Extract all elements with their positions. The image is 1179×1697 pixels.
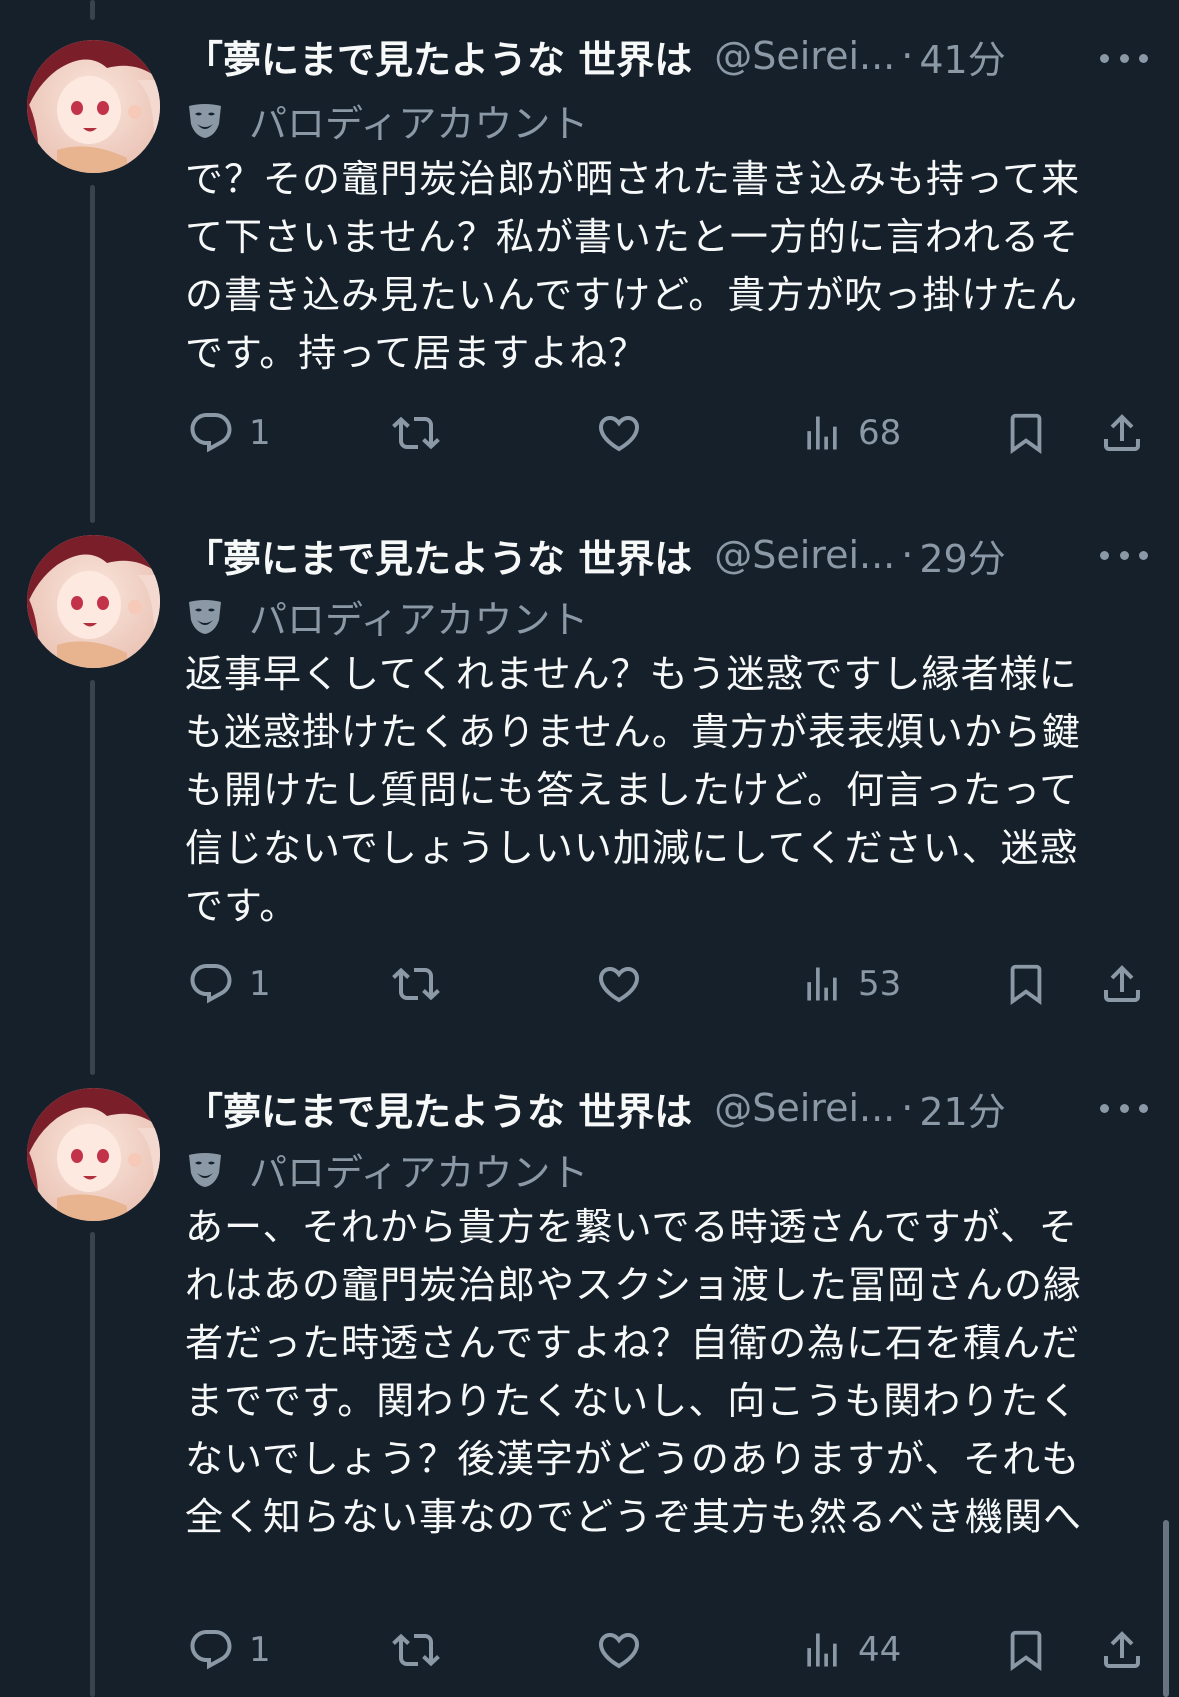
parody-label-text: パロディアカウント	[249, 597, 589, 642]
reply-count: 1	[249, 1630, 271, 1670]
avatar[interactable]	[27, 535, 160, 668]
parody-label-text: パロディアカウント	[249, 101, 589, 146]
timestamp[interactable]: 21分	[919, 1081, 1005, 1136]
thread-line	[90, 185, 95, 523]
bookmark-icon	[1010, 964, 1042, 1005]
retweet-icon	[392, 1633, 440, 1667]
reply-count: 1	[249, 413, 271, 453]
user-handle[interactable]: @Seirei...	[714, 1086, 895, 1130]
display-name[interactable]: 「夢にまで見たような 世界は	[185, 29, 692, 84]
reply-button[interactable]: 1	[187, 1626, 271, 1674]
user-handle[interactable]: @Seirei...	[714, 533, 895, 577]
timestamp[interactable]: 41分	[919, 29, 1005, 84]
tweet-header: 「夢にまで見たような 世界は @Seirei... · 29分	[185, 525, 1006, 585]
bookmark-button[interactable]	[1003, 1626, 1049, 1674]
share-button[interactable]	[1098, 1626, 1146, 1674]
tweet-header: 「夢にまで見たような 世界は @Seirei... · 21分	[185, 1078, 1006, 1138]
parody-label-text: パロディアカウント	[249, 1150, 589, 1195]
share-icon	[1104, 965, 1140, 1002]
reply-count: 1	[249, 964, 271, 1004]
tweet-header: 「夢にまで見たような 世界は @Seirei... · 41分	[185, 26, 1006, 86]
separator-dot: ·	[901, 1086, 914, 1130]
reply-icon	[190, 413, 232, 453]
reply-icon	[190, 1630, 232, 1670]
display-name[interactable]: 「夢にまで見たような 世界は	[185, 528, 692, 583]
retweet-button[interactable]	[390, 1626, 442, 1674]
parody-label: パロディアカウント	[185, 92, 588, 148]
views-button[interactable]: 68	[800, 409, 901, 457]
theater-mask-icon	[189, 1153, 221, 1187]
views-chart-icon	[807, 967, 837, 1001]
scrollbar[interactable]	[1163, 1520, 1169, 1697]
like-button[interactable]	[595, 409, 643, 457]
views-button[interactable]: 53	[800, 960, 901, 1008]
views-chart-icon	[807, 416, 837, 450]
bookmark-button[interactable]	[1003, 960, 1049, 1008]
views-count: 68	[858, 413, 902, 453]
views-count: 53	[858, 964, 902, 1004]
thread-line	[90, 0, 95, 20]
views-count: 44	[858, 1630, 902, 1670]
like-button[interactable]	[595, 960, 643, 1008]
reply-icon	[190, 964, 232, 1004]
reply-button[interactable]: 1	[187, 960, 271, 1008]
tweet-text: で？その竈門炭治郎が晒された書き込みも持って来て下さいません？私が書いたと一方的…	[185, 157, 1081, 375]
more-options-icon[interactable]	[1100, 535, 1148, 575]
display-name[interactable]: 「夢にまで見たような 世界は	[185, 1081, 692, 1136]
retweet-icon	[392, 416, 440, 450]
user-handle[interactable]: @Seirei...	[714, 34, 895, 78]
tweet-text: 返事早くしてくれません？もう迷惑ですし縁者様にも迷惑掛けたくありません。貴方が表…	[185, 652, 1081, 928]
share-icon	[1104, 1631, 1140, 1668]
theater-mask-icon	[189, 104, 221, 138]
share-icon	[1104, 414, 1140, 451]
tweet-text: あー、それから貴方を繋いでる時透さんですが、それはあの竈門炭治郎やスクショ渡した…	[185, 1205, 1083, 1539]
more-options-icon[interactable]	[1100, 1088, 1148, 1128]
parody-label: パロディアカウント	[185, 1141, 588, 1197]
heart-icon	[598, 416, 640, 452]
avatar[interactable]	[27, 40, 160, 173]
retweet-icon	[392, 967, 440, 1001]
reply-button[interactable]: 1	[187, 409, 271, 457]
timestamp[interactable]: 29分	[919, 528, 1005, 583]
heart-icon	[598, 967, 640, 1003]
like-button[interactable]	[595, 1626, 643, 1674]
retweet-button[interactable]	[390, 960, 442, 1008]
theater-mask-icon	[189, 600, 221, 634]
thread-line	[90, 1232, 95, 1697]
separator-dot: ·	[901, 533, 914, 577]
thread-line	[90, 680, 95, 1075]
views-button[interactable]: 44	[800, 1626, 901, 1674]
parody-label: パロディアカウント	[185, 588, 588, 644]
more-options-icon[interactable]	[1100, 38, 1148, 78]
views-chart-icon	[807, 1633, 837, 1667]
share-button[interactable]	[1098, 409, 1146, 457]
bookmark-button[interactable]	[1003, 409, 1049, 457]
retweet-button[interactable]	[390, 409, 442, 457]
heart-icon	[598, 1633, 640, 1669]
bookmark-icon	[1010, 1630, 1042, 1671]
separator-dot: ·	[901, 34, 914, 78]
share-button[interactable]	[1098, 960, 1146, 1008]
bookmark-icon	[1010, 413, 1042, 454]
avatar[interactable]	[27, 1088, 160, 1221]
